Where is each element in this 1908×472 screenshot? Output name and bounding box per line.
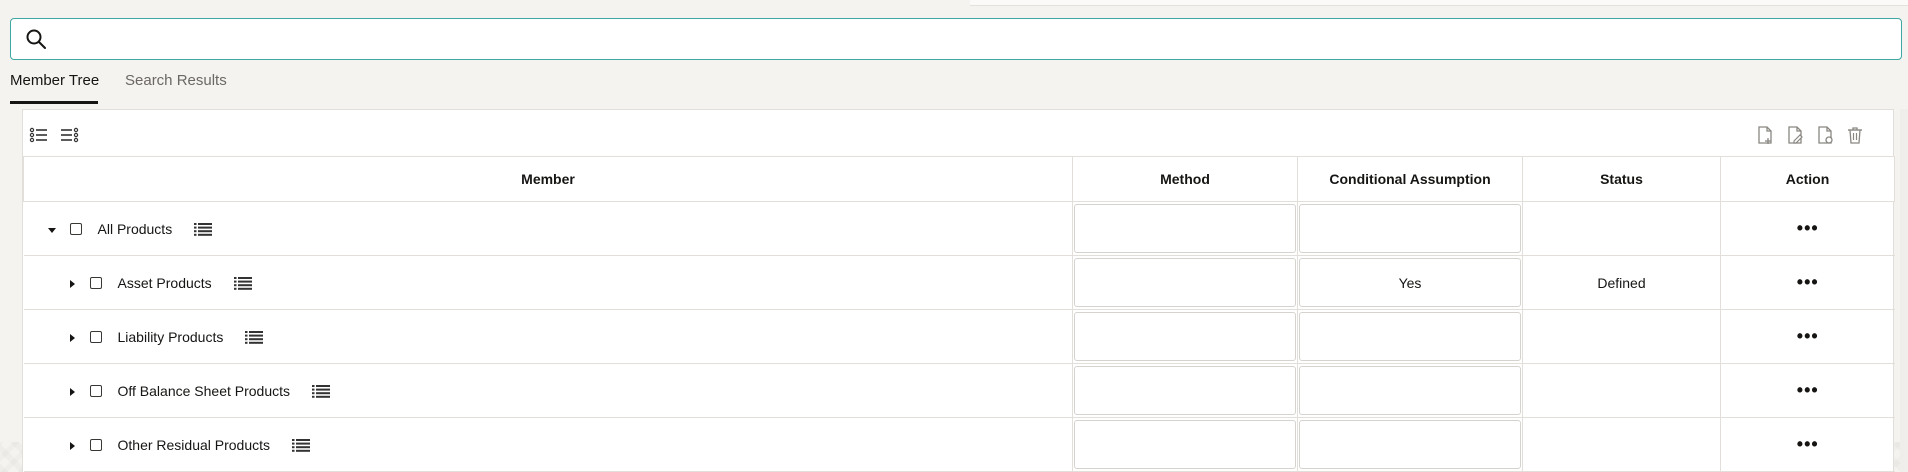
- member-cell: All Products: [23, 201, 1073, 256]
- column-header-conditional-assumption[interactable]: Conditional Assumption: [1297, 156, 1523, 202]
- conditional-assumption-input[interactable]: [1299, 420, 1521, 469]
- action-cell: •••: [1720, 417, 1895, 472]
- conditional-assumption-cell[interactable]: [1297, 417, 1523, 472]
- grid-toolbar: [23, 110, 1893, 156]
- tab-member-tree[interactable]: Member Tree: [10, 70, 99, 106]
- status-cell: [1522, 309, 1721, 364]
- conditional-assumption-cell[interactable]: [1297, 363, 1523, 418]
- conditional-assumption-cell[interactable]: Yes: [1297, 255, 1523, 310]
- action-cell: •••: [1720, 255, 1895, 310]
- list-icon[interactable]: [292, 438, 312, 452]
- table-row[interactable]: Asset Products Yes Defined •••: [23, 255, 1895, 310]
- row-checkbox[interactable]: [89, 438, 102, 451]
- list-icon[interactable]: [312, 384, 332, 398]
- method-input[interactable]: [1074, 204, 1296, 253]
- search-input[interactable]: [59, 19, 1883, 61]
- method-cell[interactable]: [1072, 417, 1298, 472]
- conditional-assumption-cell[interactable]: [1297, 309, 1523, 364]
- row-checkbox[interactable]: [89, 330, 102, 343]
- list-icon[interactable]: [245, 330, 265, 344]
- conditional-assumption-input[interactable]: Yes: [1299, 258, 1521, 307]
- action-cell: •••: [1720, 309, 1895, 364]
- action-cell: •••: [1720, 201, 1895, 256]
- collapse-all-icon[interactable]: [59, 125, 79, 145]
- top-panel-edge: [970, 0, 1908, 6]
- member-cell: Off Balance Sheet Products: [23, 363, 1073, 418]
- method-input[interactable]: [1074, 258, 1296, 307]
- conditional-assumption-input[interactable]: [1299, 312, 1521, 361]
- conditional-assumption-cell[interactable]: [1297, 201, 1523, 256]
- vertical-scrollbar[interactable]: [1900, 109, 1908, 472]
- expand-arrow-icon[interactable]: [66, 439, 78, 451]
- member-label: Off Balance Sheet Products: [117, 382, 291, 399]
- expand-all-icon[interactable]: [29, 125, 49, 145]
- column-header-status[interactable]: Status: [1522, 156, 1721, 202]
- table-row[interactable]: Other Residual Products •••: [23, 417, 1895, 472]
- table-row[interactable]: Off Balance Sheet Products •••: [23, 363, 1895, 418]
- method-input[interactable]: [1074, 312, 1296, 361]
- more-actions-icon[interactable]: •••: [1797, 218, 1819, 238]
- status-cell: Defined: [1522, 255, 1721, 310]
- method-input[interactable]: [1074, 420, 1296, 469]
- view-document-icon[interactable]: [1815, 125, 1835, 145]
- member-label: Asset Products: [117, 274, 212, 291]
- action-cell: •••: [1720, 363, 1895, 418]
- member-cell: Liability Products: [23, 309, 1073, 364]
- method-cell[interactable]: [1072, 309, 1298, 364]
- add-document-icon[interactable]: [1755, 125, 1775, 145]
- search-box[interactable]: [10, 18, 1902, 61]
- delete-icon[interactable]: [1845, 125, 1865, 145]
- list-icon[interactable]: [194, 222, 214, 236]
- table-row[interactable]: All Products •••: [23, 201, 1895, 256]
- status-cell: [1522, 417, 1721, 472]
- column-header-member[interactable]: Member: [23, 156, 1073, 202]
- table-header-row: Member Method Conditional Assumption Sta…: [23, 156, 1895, 202]
- row-checkbox[interactable]: [89, 276, 102, 289]
- member-table: Member Method Conditional Assumption Sta…: [23, 156, 1895, 472]
- more-actions-icon[interactable]: •••: [1797, 272, 1819, 292]
- more-actions-icon[interactable]: •••: [1797, 434, 1819, 454]
- member-label: Other Residual Products: [117, 436, 271, 453]
- table-row[interactable]: Liability Products •••: [23, 309, 1895, 364]
- search-icon: [25, 28, 47, 50]
- member-tree-panel: Member Method Conditional Assumption Sta…: [22, 109, 1895, 472]
- collapse-arrow-icon[interactable]: [46, 223, 58, 235]
- expand-arrow-icon[interactable]: [66, 331, 78, 343]
- conditional-assumption-value: Yes: [1398, 274, 1422, 291]
- member-label: All Products: [97, 220, 173, 237]
- status-cell: [1522, 201, 1721, 256]
- list-icon[interactable]: [233, 276, 254, 290]
- conditional-assumption-input[interactable]: [1299, 366, 1521, 415]
- member-cell: Asset Products: [23, 255, 1073, 310]
- expand-arrow-icon[interactable]: [66, 385, 78, 397]
- method-cell[interactable]: [1072, 255, 1298, 310]
- tab-search-results[interactable]: Search Results: [125, 70, 227, 106]
- status-cell: [1522, 363, 1721, 418]
- row-checkbox[interactable]: [69, 222, 82, 235]
- more-actions-icon[interactable]: •••: [1797, 380, 1819, 400]
- method-input[interactable]: [1074, 366, 1296, 415]
- member-cell: Other Residual Products: [23, 417, 1073, 472]
- member-label: Liability Products: [117, 328, 224, 345]
- row-checkbox[interactable]: [89, 384, 102, 397]
- expand-arrow-icon[interactable]: [66, 277, 78, 289]
- method-cell[interactable]: [1072, 201, 1298, 256]
- conditional-assumption-input[interactable]: [1299, 204, 1521, 253]
- edit-document-icon[interactable]: [1785, 125, 1805, 145]
- method-cell[interactable]: [1072, 363, 1298, 418]
- more-actions-icon[interactable]: •••: [1797, 326, 1819, 346]
- column-header-method[interactable]: Method: [1072, 156, 1298, 202]
- column-header-action[interactable]: Action: [1720, 156, 1895, 202]
